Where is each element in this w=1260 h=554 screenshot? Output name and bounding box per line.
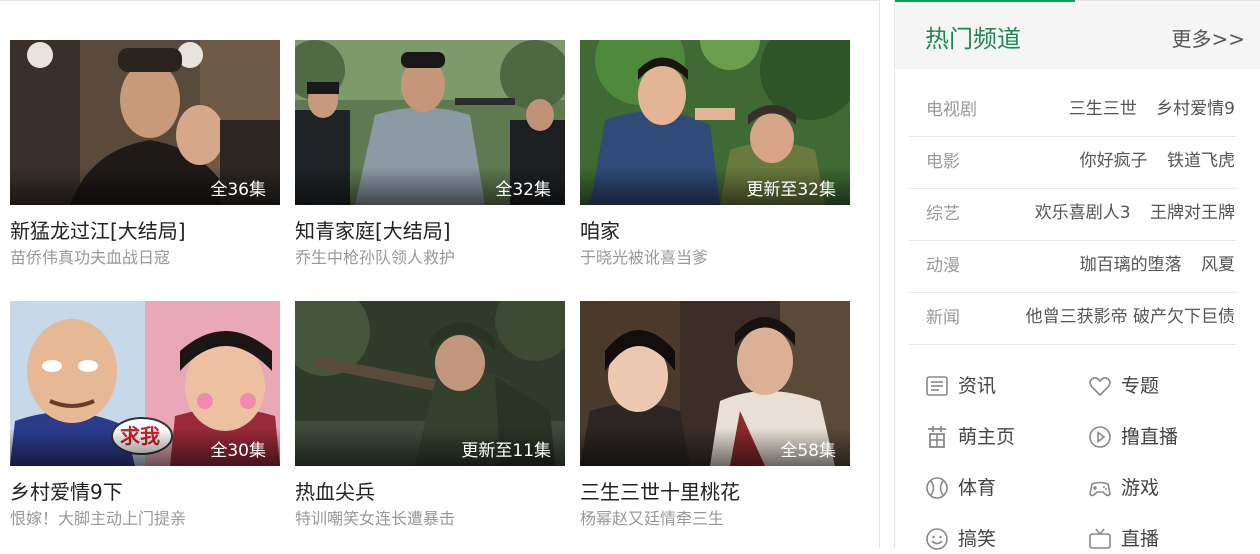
video-card[interactable]: 全36集 新猛龙过江[大结局] 苗侨伟真功夫血战日寇 bbox=[10, 40, 280, 269]
nav-label: 撸直播 bbox=[1121, 426, 1179, 448]
tv-icon bbox=[1089, 528, 1111, 549]
smile-icon bbox=[926, 528, 948, 550]
video-title[interactable]: 热血尖兵 bbox=[295, 479, 565, 505]
category-link[interactable]: 铁道飞虎 bbox=[1167, 151, 1235, 171]
video-subtitle[interactable]: 杨幂赵又廷情牵三生 bbox=[580, 508, 850, 530]
episode-badge: 全30集 bbox=[210, 441, 266, 461]
category-name[interactable]: 电影 bbox=[926, 150, 960, 174]
category-name[interactable]: 新闻 bbox=[926, 306, 960, 330]
category-row-variety: 综艺 欢乐喜剧人3 王牌对王牌 bbox=[909, 188, 1237, 241]
episode-badge: 全32集 bbox=[495, 180, 551, 200]
category-name[interactable]: 动漫 bbox=[926, 254, 960, 278]
news-icon bbox=[926, 376, 948, 396]
nav-label: 游戏 bbox=[1121, 477, 1160, 499]
video-title[interactable]: 乡村爱情9下 bbox=[10, 479, 280, 505]
category-link[interactable]: 珈百璃的堕落 bbox=[1080, 255, 1182, 275]
category-row-tv: 电视剧 三生三世 乡村爱情9 bbox=[909, 84, 1237, 137]
nav-label: 搞笑 bbox=[958, 528, 997, 550]
category-link[interactable]: 他曾三获影帝 破产欠下巨债 bbox=[1026, 307, 1235, 327]
gamepad-icon bbox=[1089, 481, 1111, 497]
video-card[interactable]: 求我 全30集 乡村爱情9下 恨嫁！大脚主动上门提亲 bbox=[10, 301, 280, 530]
video-thumbnail[interactable]: 求我 全30集 bbox=[10, 301, 280, 466]
cute-glyph-icon bbox=[928, 426, 946, 448]
ball-icon bbox=[926, 477, 948, 499]
category-name[interactable]: 综艺 bbox=[926, 202, 960, 226]
heart-icon bbox=[1089, 377, 1111, 397]
nav-label: 资讯 bbox=[958, 375, 997, 397]
category-link[interactable]: 三生三世 bbox=[1069, 99, 1137, 119]
video-card[interactable]: 全32集 知青家庭[大结局] 乔生中枪孙队领人救护 bbox=[295, 40, 565, 269]
category-link[interactable]: 王牌对王牌 bbox=[1150, 203, 1235, 223]
nav-label: 体育 bbox=[958, 477, 997, 499]
video-thumbnail[interactable]: 全36集 bbox=[10, 40, 280, 205]
video-subtitle[interactable]: 于晓光被讹喜当爹 bbox=[580, 247, 850, 269]
video-subtitle[interactable]: 特训嘲笑女连长遭暴击 bbox=[295, 508, 565, 530]
video-thumbnail[interactable]: 更新至11集 bbox=[295, 301, 565, 466]
play-circle-icon bbox=[1089, 426, 1111, 448]
category-link[interactable]: 你好疯子 bbox=[1080, 151, 1148, 171]
video-grid: 全36集 新猛龙过江[大结局] 苗侨伟真功夫血战日寇 全32集 知青家庭[大结局… bbox=[0, 0, 880, 548]
episode-badge: 更新至11集 bbox=[461, 441, 551, 461]
category-row-news: 新闻 他曾三获影帝 破产欠下巨债 bbox=[909, 292, 1237, 345]
video-title[interactable]: 咱家 bbox=[580, 218, 850, 244]
panel-accent-bar bbox=[895, 0, 1075, 2]
nav-label: 萌主页 bbox=[958, 426, 1016, 448]
episode-badge: 全36集 bbox=[210, 180, 266, 200]
category-link[interactable]: 风夏 bbox=[1201, 255, 1235, 275]
hot-channels-panel: 热门频道 更多>> 电视剧 三生三世 乡村爱情9 电影 你好疯子 铁道飞虎 综艺… bbox=[894, 0, 1260, 550]
panel-header: 热门频道 更多>> bbox=[895, 0, 1260, 69]
episode-badge: 全58集 bbox=[780, 441, 836, 461]
video-title[interactable]: 知青家庭[大结局] bbox=[295, 218, 565, 244]
video-subtitle[interactable]: 苗侨伟真功夫血战日寇 bbox=[10, 247, 280, 269]
video-thumbnail[interactable]: 全32集 bbox=[295, 40, 565, 205]
video-card[interactable]: 更新至32集 咱家 于晓光被讹喜当爹 bbox=[580, 40, 850, 269]
panel-title: 热门频道 bbox=[925, 25, 1021, 53]
category-row-movie: 电影 你好疯子 铁道飞虎 bbox=[909, 136, 1237, 189]
nav-label: 直播 bbox=[1121, 528, 1160, 550]
video-subtitle[interactable]: 乔生中枪孙队领人救护 bbox=[295, 247, 565, 269]
more-link[interactable]: 更多>> bbox=[1171, 25, 1245, 53]
episode-badge: 更新至32集 bbox=[746, 180, 836, 200]
video-card[interactable]: 更新至11集 热血尖兵 特训嘲笑女连长遭暴击 bbox=[295, 301, 565, 530]
video-card[interactable]: 全58集 三生三世十里桃花 杨幂赵又廷情牵三生 bbox=[580, 301, 850, 530]
video-title[interactable]: 新猛龙过江[大结局] bbox=[10, 218, 280, 244]
video-title[interactable]: 三生三世十里桃花 bbox=[580, 479, 850, 505]
category-row-anime: 动漫 珈百璃的堕落 风夏 bbox=[909, 240, 1237, 293]
video-thumbnail[interactable]: 更新至32集 bbox=[580, 40, 850, 205]
category-name[interactable]: 电视剧 bbox=[926, 98, 977, 122]
category-link[interactable]: 欢乐喜剧人3 bbox=[1035, 203, 1131, 223]
category-link[interactable]: 乡村爱情9 bbox=[1156, 99, 1235, 119]
nav-label: 专题 bbox=[1121, 375, 1160, 397]
video-subtitle[interactable]: 恨嫁！大脚主动上门提亲 bbox=[10, 508, 280, 530]
video-thumbnail[interactable]: 全58集 bbox=[580, 301, 850, 466]
